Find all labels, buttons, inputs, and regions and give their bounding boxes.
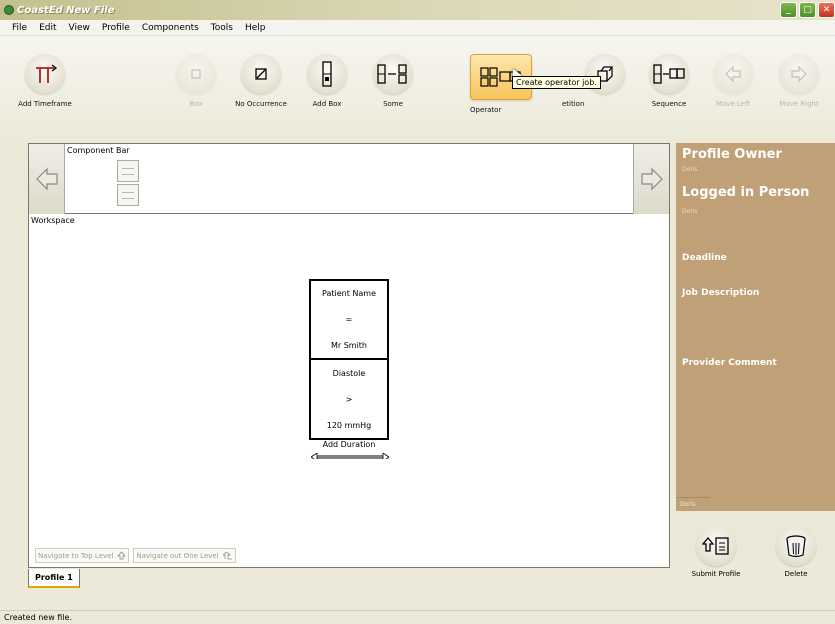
navigate-out-button[interactable]: Navigate out One Level xyxy=(133,548,236,563)
delete-button[interactable]: Delete xyxy=(770,526,822,578)
condition-box[interactable]: Patient Name = Mr Smith xyxy=(309,279,389,360)
logged-in-heading: Logged in Person xyxy=(682,185,810,200)
status-bar: Created new file. xyxy=(0,610,835,624)
arrow-up-icon xyxy=(117,551,127,560)
arrow-right-icon xyxy=(640,167,663,191)
no-occurrence-button[interactable]: No Occurrence xyxy=(232,54,290,108)
move-right-label: Move Right xyxy=(779,100,819,108)
component-thumbnail[interactable] xyxy=(117,184,139,206)
add-timeframe-button[interactable]: Add Timeframe xyxy=(16,54,74,108)
tab-profile-1[interactable]: Profile 1 xyxy=(28,569,80,588)
timeframe-icon xyxy=(36,64,57,83)
submit-profile-label: Submit Profile xyxy=(691,570,741,578)
condition-name: Diastole xyxy=(332,368,366,378)
add-box-icon xyxy=(322,61,332,87)
menu-tools[interactable]: Tools xyxy=(205,23,239,33)
menu-view[interactable]: View xyxy=(63,23,96,33)
condition-value: 120 mmHg xyxy=(326,420,372,430)
menu-bar: File Edit View Profile Components Tools … xyxy=(0,20,835,36)
condition-operator: > xyxy=(345,394,353,404)
menu-components[interactable]: Components xyxy=(136,23,205,33)
no-occurrence-label: No Occurrence xyxy=(235,100,287,108)
add-box-button[interactable]: Add Box xyxy=(298,54,356,108)
sequence-icon xyxy=(653,64,685,84)
profile-owner-value: Doris xyxy=(682,166,698,173)
add-timeframe-label: Add Timeframe xyxy=(18,100,72,108)
work-area: Component Bar Workspace Patient Name = M… xyxy=(28,143,670,568)
sequence-button[interactable]: Sequence xyxy=(640,54,698,108)
box-icon xyxy=(191,69,201,79)
arrow-left-icon xyxy=(35,167,58,191)
some-button[interactable]: Some xyxy=(364,54,422,108)
window-controls: _ □ ✕ xyxy=(780,2,835,18)
some-label: Some xyxy=(383,100,403,108)
trash-icon xyxy=(786,535,806,558)
menu-profile[interactable]: Profile xyxy=(96,23,136,33)
condition-name: Patient Name xyxy=(322,289,376,299)
menu-file[interactable]: File xyxy=(6,23,33,33)
job-description-heading: Job Description xyxy=(682,288,760,298)
app-icon xyxy=(4,5,14,15)
some-icon xyxy=(377,64,407,84)
minimize-button[interactable]: _ xyxy=(780,2,797,18)
menu-help[interactable]: Help xyxy=(239,23,272,33)
repetition-label: etition xyxy=(562,100,585,108)
workspace-title: Workspace xyxy=(31,216,75,225)
submit-profile-button[interactable]: Submit Profile xyxy=(690,526,742,578)
arrow-up-level-icon xyxy=(222,551,232,560)
arrow-right-icon xyxy=(791,65,807,83)
condition-value: Mr Smith xyxy=(330,340,368,350)
submit-icon xyxy=(702,536,729,555)
toolbar: Add Timeframe Box No Occurrence Add Box … xyxy=(0,36,835,140)
panel-footer-label: Doris xyxy=(676,497,710,511)
logged-in-value: Doris xyxy=(682,208,698,215)
component-thumbnail[interactable] xyxy=(117,160,139,182)
component-bar-left-button[interactable] xyxy=(29,144,65,214)
deadline-heading: Deadline xyxy=(682,253,727,263)
add-box-label: Add Box xyxy=(312,100,342,108)
box-label: Box xyxy=(189,100,203,108)
move-left-button[interactable]: Move Left xyxy=(704,54,762,108)
duration-arrow-icon[interactable] xyxy=(311,453,389,459)
close-button[interactable]: ✕ xyxy=(818,2,835,18)
component-bar-right-button[interactable] xyxy=(633,144,669,214)
component-bar-title: Component Bar xyxy=(67,146,130,155)
operator-label: Operator xyxy=(470,106,502,114)
profile-info-panel: Profile Owner Doris Logged in Person Dor… xyxy=(676,143,835,511)
condition-box[interactable]: Diastole > 120 mmHg xyxy=(309,358,389,440)
profile-owner-heading: Profile Owner xyxy=(682,147,782,162)
no-occurrence-icon xyxy=(255,68,267,80)
move-left-label: Move Left xyxy=(715,100,751,108)
move-right-button[interactable]: Move Right xyxy=(770,54,828,108)
operator-tooltip: Create operator job. xyxy=(512,76,601,89)
menu-edit[interactable]: Edit xyxy=(33,23,62,33)
title-bar: CoastEd New File _ □ ✕ xyxy=(0,0,835,20)
navigate-top-button[interactable]: Navigate to Top Level xyxy=(35,548,130,563)
sequence-label: Sequence xyxy=(651,100,687,108)
delete-label: Delete xyxy=(784,570,808,578)
arrow-left-icon xyxy=(725,65,741,83)
component-bar: Component Bar xyxy=(29,144,669,214)
window-title: CoastEd New File xyxy=(17,4,115,16)
maximize-button[interactable]: □ xyxy=(799,2,816,18)
provider-comment-heading: Provider Comment xyxy=(682,358,777,368)
box-button[interactable]: Box xyxy=(167,54,225,108)
condition-operator: = xyxy=(345,314,353,324)
workspace-navigation: Navigate to Top Level Navigate out One L… xyxy=(35,548,236,563)
profile-tabs: Profile 1 xyxy=(28,569,80,593)
navigate-out-label: Navigate out One Level xyxy=(136,551,219,560)
navigate-top-label: Navigate to Top Level xyxy=(38,551,114,560)
add-duration-label[interactable]: Add Duration xyxy=(309,440,389,449)
